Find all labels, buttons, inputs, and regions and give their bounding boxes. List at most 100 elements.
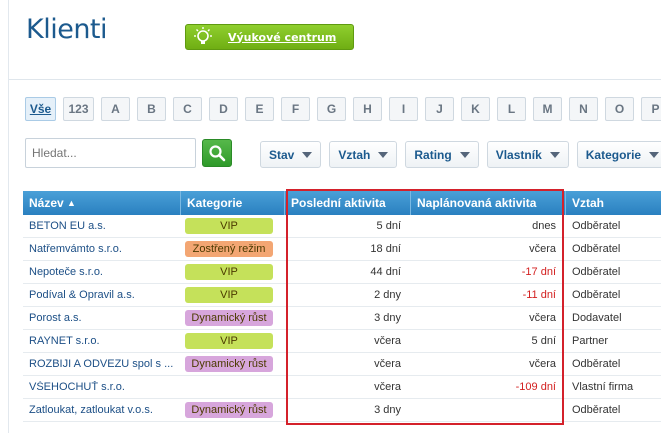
client-name-link[interactable]: VŠEHOCHUŤ s.r.o.	[23, 381, 181, 393]
last-activity-cell: 44 dní	[370, 266, 401, 278]
relation-cell: Odběratel	[572, 220, 621, 232]
table-row[interactable]: BETON EU a.s. VIP 5 dní dnes Odběratel	[23, 215, 661, 238]
table-row[interactable]: Natřemvámto s.r.o. Zostřený režim 18 dní vč…	[23, 238, 661, 261]
relation-cell: Odběratel	[572, 404, 621, 416]
alphabet-filter: Vše 123 A B C D E F G H I J K L M N O P	[25, 97, 661, 121]
alphabet-key-o[interactable]: O	[605, 97, 634, 121]
alphabet-key-d[interactable]: D	[209, 97, 238, 121]
table-row[interactable]: RAYNET s.r.o. VIP včera 5 dní Partner	[23, 330, 661, 353]
last-activity-cell: 3 dny	[374, 312, 401, 324]
alphabet-key-l[interactable]: L	[497, 97, 526, 121]
planned-activity-cell: včera	[529, 358, 556, 370]
filter-label: Rating	[414, 147, 452, 162]
chevron-down-icon	[649, 151, 660, 158]
column-header-name[interactable]: Název ▲	[23, 191, 181, 215]
chevron-down-icon	[302, 151, 313, 158]
chevron-down-icon	[459, 151, 470, 158]
table-row[interactable]: ROZBIJI A ODVEZU spol s ... Dynamický růs…	[23, 353, 661, 376]
category-badge: Dynamický růst	[185, 356, 273, 372]
column-header-category[interactable]: Kategorie	[181, 191, 285, 215]
alphabet-key-m[interactable]: M	[533, 97, 562, 121]
table-body: BETON EU a.s. VIP 5 dní dnes Odběratel Natřem…	[23, 215, 661, 422]
category-badge: Dynamický růst	[185, 402, 273, 418]
category-cell: Dynamický růst	[181, 310, 285, 326]
header: Klienti Výukové centrum	[9, 0, 661, 80]
relation-cell: Odběratel	[572, 243, 621, 255]
sort-asc-icon: ▲	[67, 198, 76, 208]
alphabet-key-n[interactable]: N	[569, 97, 598, 121]
lightbulb-icon	[186, 25, 220, 49]
client-name-link[interactable]: Zatloukat, zatloukat v.o.s.	[23, 404, 181, 416]
client-name-link[interactable]: Podíval & Opravil a.s.	[23, 289, 181, 301]
relation-cell: Odběratel	[572, 266, 621, 278]
planned-activity-cell: -11 dní	[522, 289, 556, 301]
alphabet-key-g[interactable]: G	[317, 97, 346, 121]
category-badge: VIP	[185, 218, 273, 234]
client-name-link[interactable]: Natřemvámto s.r.o.	[23, 243, 181, 255]
alphabet-key-h[interactable]: H	[353, 97, 382, 121]
clients-table: Název ▲ Kategorie Poslední aktivita Napl…	[23, 191, 661, 422]
last-activity-cell: včera	[374, 335, 401, 347]
category-cell: VIP	[181, 264, 285, 280]
filter-label: Stav	[269, 147, 295, 162]
last-activity-cell: 18 dní	[370, 243, 401, 255]
column-header-planned-activity[interactable]: Naplánovaná aktivita	[411, 191, 566, 215]
client-name-link[interactable]: BETON EU a.s.	[23, 220, 181, 232]
learning-center-label: Výukové centrum	[228, 30, 337, 44]
category-badge: VIP	[185, 287, 273, 303]
alphabet-key-123[interactable]: 123	[63, 97, 94, 121]
alphabet-key-p[interactable]: P	[641, 97, 661, 121]
planned-activity-cell: včera	[529, 312, 556, 324]
alphabet-key-f[interactable]: F	[281, 97, 310, 121]
category-badge: Dynamický růst	[185, 310, 273, 326]
client-name-link[interactable]: Nepoteče s.r.o.	[23, 266, 181, 278]
last-activity-cell: 3 dny	[374, 404, 401, 416]
planned-activity-cell: včera	[529, 243, 556, 255]
column-header-relation[interactable]: Vztah	[566, 191, 661, 215]
category-cell: VIP	[181, 333, 285, 349]
learning-center-button[interactable]: Výukové centrum	[185, 24, 354, 50]
category-cell: Dynamický růst	[181, 402, 285, 418]
alphabet-key-j[interactable]: J	[425, 97, 454, 121]
table-row[interactable]: VŠEHOCHUŤ s.r.o. včera -109 dní Vlastní fir…	[23, 376, 661, 399]
category-badge: VIP	[185, 333, 273, 349]
search-icon	[209, 145, 226, 162]
relation-cell: Vlastní firma	[572, 381, 634, 393]
client-name-link[interactable]: RAYNET s.r.o.	[23, 335, 181, 347]
table-row[interactable]: Zatloukat, zatloukat v.o.s. Dynamický růs…	[23, 399, 661, 422]
alphabet-key-a[interactable]: A	[101, 97, 130, 121]
planned-activity-cell: -109 dní	[515, 381, 556, 393]
table-row[interactable]: Porost a.s. Dynamický růst 3 dny včera Dodav…	[23, 307, 661, 330]
relation-cell: Odběratel	[572, 289, 621, 301]
filter-rating[interactable]: Rating	[405, 141, 479, 168]
alphabet-key-b[interactable]: B	[137, 97, 166, 121]
filter-kategorie[interactable]: Kategorie	[576, 141, 661, 168]
alphabet-key-e[interactable]: E	[245, 97, 274, 121]
last-activity-cell: 2 dny	[374, 289, 401, 301]
filter-vlastník[interactable]: Vlastník	[486, 141, 569, 168]
alphabet-key-vše[interactable]: Vše	[25, 97, 56, 121]
filter-label: Vlastník	[495, 147, 542, 162]
filter-label: Vztah	[338, 147, 371, 162]
search-button[interactable]	[202, 139, 232, 167]
category-badge: VIP	[185, 264, 273, 280]
relation-cell: Partner	[572, 335, 609, 347]
filter-label: Kategorie	[585, 147, 642, 162]
relation-cell: Odběratel	[572, 358, 621, 370]
category-cell: VIP	[181, 287, 285, 303]
client-name-link[interactable]: ROZBIJI A ODVEZU spol s ...	[23, 358, 181, 370]
alphabet-key-c[interactable]: C	[173, 97, 202, 121]
alphabet-key-k[interactable]: K	[461, 97, 490, 121]
category-badge: Zostřený režim	[185, 241, 273, 257]
search-input[interactable]	[25, 138, 196, 168]
filter-stav[interactable]: Stav	[260, 141, 322, 168]
client-name-link[interactable]: Porost a.s.	[23, 312, 181, 324]
table-header: Název ▲ Kategorie Poslední aktivita Napl…	[23, 191, 661, 215]
last-activity-cell: včera	[374, 381, 401, 393]
table-row[interactable]: Nepoteče s.r.o. VIP 44 dní -17 dní Odběratel	[23, 261, 661, 284]
category-cell: VIP	[181, 218, 285, 234]
column-header-last-activity[interactable]: Poslední aktivita	[285, 191, 411, 215]
table-row[interactable]: Podíval & Opravil a.s. VIP 2 dny -11 dní Odb…	[23, 284, 661, 307]
alphabet-key-i[interactable]: I	[389, 97, 418, 121]
filter-vztah[interactable]: Vztah	[329, 141, 398, 168]
